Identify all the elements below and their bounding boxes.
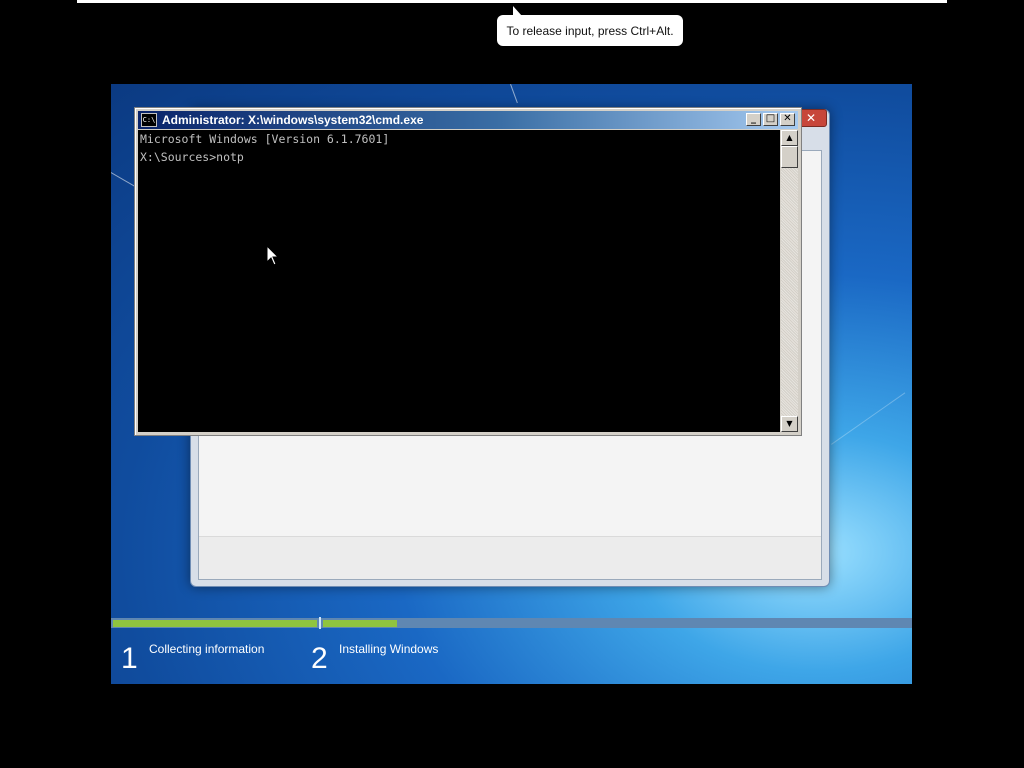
cmd-icon[interactable]: C:\ <box>141 113 157 127</box>
scroll-up-button[interactable]: ▲ <box>781 130 798 146</box>
scroll-thumb[interactable] <box>781 146 798 168</box>
release-input-tooltip: To release input, press Ctrl+Alt. <box>497 15 683 46</box>
step-2-progress <box>323 620 397 627</box>
cmd-title: Administrator: X:\windows\system32\cmd.e… <box>162 113 424 127</box>
minimize-button[interactable]: _ <box>746 113 761 126</box>
cmd-window[interactable]: C:\ Administrator: X:\windows\system32\c… <box>134 107 802 436</box>
background-streak <box>510 84 518 104</box>
tooltip-text: To release input, press Ctrl+Alt. <box>506 23 674 38</box>
console-line: Microsoft Windows [Version 6.1.7601] <box>140 132 390 146</box>
setup-footer <box>199 536 821 579</box>
vertical-scrollbar[interactable]: ▲ ▼ <box>781 130 798 432</box>
step-1-number: 1 <box>121 642 138 675</box>
step-2-label: Installing Windows <box>339 642 439 656</box>
mouse-pointer-icon <box>266 245 280 266</box>
step-1-progress <box>113 620 317 627</box>
step-1-label: Collecting information <box>149 642 265 656</box>
step-2-number: 2 <box>311 642 328 675</box>
cmd-console[interactable]: Microsoft Windows [Version 6.1.7601] X:\S… <box>138 130 780 432</box>
maximize-icon: □ <box>765 113 776 124</box>
console-line: X:\Sources>notp <box>140 150 244 164</box>
maximize-button[interactable]: □ <box>763 113 778 126</box>
arrow-down-icon: ▼ <box>786 419 793 428</box>
scroll-down-button[interactable]: ▼ <box>781 416 798 432</box>
cmd-titlebar[interactable]: C:\ Administrator: X:\windows\system32\c… <box>138 111 798 129</box>
progress-separator <box>319 617 321 629</box>
minimize-icon: _ <box>751 113 756 124</box>
background-streak <box>831 392 906 445</box>
host-top-strip <box>77 0 947 3</box>
close-button[interactable]: ✕ <box>780 113 795 126</box>
arrow-up-icon: ▲ <box>786 133 793 142</box>
close-icon: ✕ <box>805 111 817 125</box>
close-icon: ✕ <box>783 113 792 124</box>
